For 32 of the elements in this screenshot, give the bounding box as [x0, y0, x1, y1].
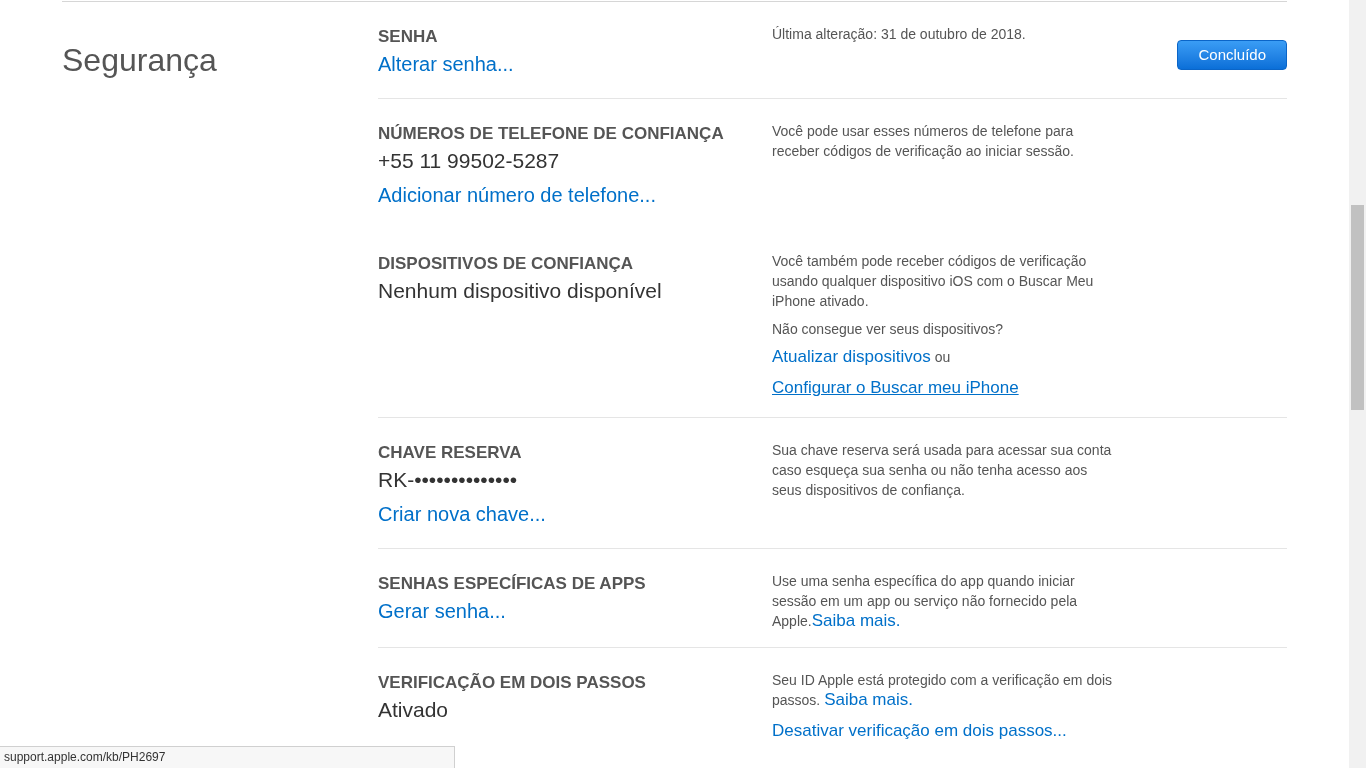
- field-value: Nenhum dispositivo disponível: [378, 278, 663, 304]
- link[interactable]: Saiba mais.: [824, 690, 913, 709]
- action-link[interactable]: Gerar senha...: [378, 600, 506, 622]
- description-text: Não consegue ver seus dispositivos?: [772, 320, 1005, 339]
- done-button[interactable]: Concluído: [1177, 40, 1287, 70]
- status-bar: support.apple.com/kb/PH2697: [0, 746, 455, 768]
- field-label: NÚMEROS DE TELEFONE DE CONFIANÇA: [378, 123, 725, 145]
- scrollbar[interactable]: [1349, 0, 1366, 768]
- description-text: Use uma senha específica do app quando iniciar sessão em um app ou serviço não fornecido pela Apple.Saiba mais.: [772, 572, 1079, 631]
- description-text: Você pode usar esses números de telefone para receber códigos de verificação ao iniciar sessão.: [772, 122, 1075, 161]
- scrollbar-thumb[interactable]: [1351, 205, 1364, 410]
- description-text: Atualizar dispositivos ou: [772, 347, 952, 367]
- field-label: VERIFICAÇÃO EM DOIS PASSOS: [378, 672, 647, 694]
- field-label: CHAVE RESERVA: [378, 442, 523, 464]
- section-title: Segurança: [62, 41, 218, 80]
- action-link[interactable]: Alterar senha...: [378, 53, 514, 75]
- link[interactable]: Saiba mais.: [811, 611, 901, 630]
- field-label: SENHAS ESPECÍFICAS DE APPS: [378, 573, 647, 595]
- description-text: Sua chave reserva será usada para acessar sua conta caso esqueça sua senha ou não tenha acesso aos seus dispositivos de confiança.: [772, 441, 1113, 500]
- field-value: RK-••••••••••••••: [378, 467, 519, 493]
- description-text: Última alteração: 31 de outubro de 2018.: [772, 25, 1027, 44]
- action-link[interactable]: Criar nova chave...: [378, 503, 546, 525]
- description-text: Você também pode receber códigos de verificação usando qualquer dispositivo iOS com o Buscar Meu iPhone ativado.: [772, 252, 1095, 311]
- description-text: Seu ID Apple está protegido com a verificação em dois passos. Saiba mais.: [772, 671, 1114, 710]
- link[interactable]: Desativar verificação em dois passos...: [772, 721, 1067, 740]
- link[interactable]: Atualizar dispositivos: [772, 347, 931, 366]
- link[interactable]: Configurar o Buscar meu iPhone: [772, 378, 1019, 397]
- field-value: Ativado: [378, 697, 450, 723]
- field-value: +55 11 99502-5287: [378, 148, 561, 174]
- field-label: SENHA: [378, 26, 439, 48]
- action-link[interactable]: Adicionar número de telefone...: [378, 184, 656, 206]
- field-label: DISPOSITIVOS DE CONFIANÇA: [378, 253, 635, 275]
